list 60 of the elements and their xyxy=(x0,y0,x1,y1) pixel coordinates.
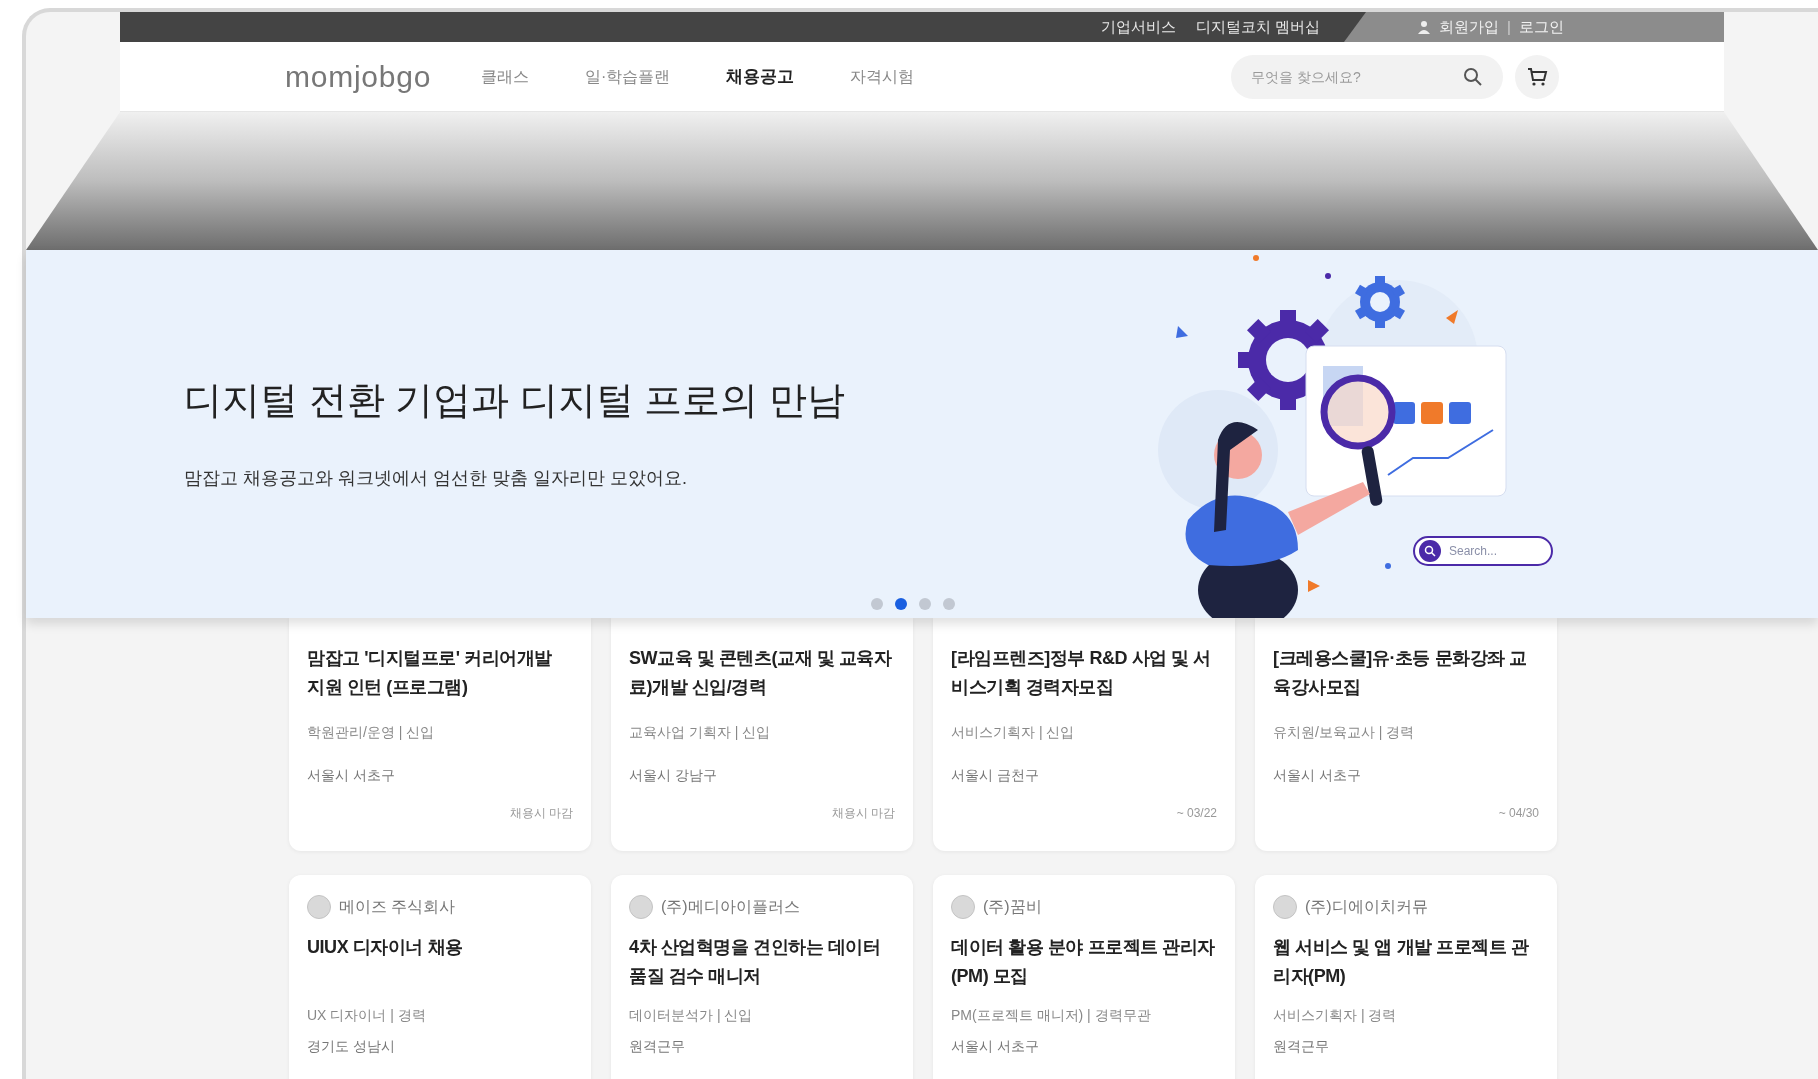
logo[interactable]: momjobgo xyxy=(285,54,432,99)
job-card[interactable]: (주)꿈비 데이터 활용 분야 프로젝트 관리자(PM) 모집 PM(프로젝트 매니저) | 경력무관 서울시 서초구 xyxy=(933,875,1235,1079)
job-card[interactable]: 메이즈 주식회사 UIUX 디자이너 채용 UX 디자이너 | 경력 경기도 성남시 xyxy=(289,875,591,1079)
job-location: 서울시 서초구 xyxy=(307,766,396,785)
search-icon xyxy=(1419,540,1441,562)
job-location: 서울시 서초구 xyxy=(1273,766,1362,785)
job-title: [라임프렌즈]정부 R&D 사업 및 서비스기획 경력자모집 xyxy=(951,647,1212,699)
top-link[interactable]: 디지털코치 멤버십 xyxy=(1195,15,1320,39)
banner-subtitle: 맘잡고 채용공고와 워크넷에서 엄선한 맞춤 일자리만 모았어요. xyxy=(184,467,688,490)
job-meta: 학원관리/운영 | 신입 xyxy=(307,723,436,742)
job-deadline: ~ 04/30 xyxy=(1498,805,1539,822)
job-deadline: 채용시 마감 xyxy=(509,805,573,822)
job-meta: 서비스기획자 | 신입 xyxy=(951,723,1076,742)
top-link[interactable]: 기업서비스 xyxy=(1100,15,1176,39)
nav-tab[interactable]: 채용공고 xyxy=(726,63,795,90)
job-title: 맘잡고 '디지털프로' 커리어개발 지원 인턴 (프로그램) xyxy=(307,647,553,699)
job-card[interactable]: [라임프렌즈]정부 R&D 사업 및 서비스기획 경력자모집 서비스기획자 | 신입 서울시 금천구 ~ 03/22 xyxy=(933,618,1235,851)
job-meta: UX 디자이너 | 경력 xyxy=(307,1006,427,1025)
user-icon xyxy=(1417,20,1432,34)
nav-tab[interactable]: 자격시험 xyxy=(850,64,915,89)
company-logo-icon xyxy=(307,895,331,919)
job-title: [크레용스쿨]유·초등 문화강좌 교육강사모집 xyxy=(1273,647,1528,699)
job-card[interactable]: 맘잡고 '디지털프로' 커리어개발 지원 인턴 (프로그램) 학원관리/운영 | 신입 서울시 서초구 채용시 마감 xyxy=(289,618,591,851)
job-title: 데이터 활용 분야 프로젝트 관리자(PM) 모집 xyxy=(951,936,1216,988)
cart-icon xyxy=(1526,65,1548,88)
job-card[interactable]: [크레용스쿨]유·초등 문화강좌 교육강사모집 유치원/보육교사 | 경력 서울시 서초구 ~ 04/30 xyxy=(1255,618,1557,851)
job-title: 웹 서비스 및 앱 개발 프로젝트 관리자(PM) xyxy=(1273,936,1530,988)
job-location: 서울시 서초구 xyxy=(951,1037,1040,1056)
nav-tab[interactable]: 일·학습플랜 xyxy=(585,64,671,89)
job-card[interactable]: SW교육 및 콘텐츠(교재 및 교육자료)개발 신입/경력 교육사업 기획자 | 신입 서울시 강남구 채용시 마감 xyxy=(611,618,913,851)
company-logo-icon xyxy=(951,895,975,919)
job-location: 원격근무 xyxy=(629,1037,686,1056)
company-name: 메이즈 주식회사 xyxy=(339,897,456,917)
job-title: SW교육 및 콘텐츠(교재 및 교육자료)개발 신입/경력 xyxy=(629,647,893,699)
job-location: 원격근무 xyxy=(1273,1037,1330,1056)
company-logo-icon xyxy=(1273,895,1297,919)
job-card[interactable]: (주)메디아이플러스 4차 산업혁명을 견인하는 데이터 품질 검수 매니저 데이터분석가 | 신입 원격근무 xyxy=(611,875,913,1079)
job-location: 경기도 성남시 xyxy=(307,1037,396,1056)
search-icon[interactable] xyxy=(1463,66,1483,87)
job-meta: 유치원/보육교사 | 경력 xyxy=(1273,723,1416,742)
nav-tab[interactable]: 클래스 xyxy=(481,64,530,89)
job-card[interactable]: (주)디에이치커뮤 웹 서비스 및 앱 개발 프로젝트 관리자(PM) 서비스기획자 | 경력 원격근무 xyxy=(1255,875,1557,1079)
company-logo-icon xyxy=(629,895,653,919)
job-meta: 교육사업 기획자 | 신입 xyxy=(629,723,772,742)
job-meta: PM(프로젝트 매니저) | 경력무관 xyxy=(951,1006,1152,1025)
banner-title: 디지털 전환 기업과 디지털 프로의 만남 xyxy=(184,378,846,423)
job-location: 서울시 강남구 xyxy=(629,766,718,785)
job-title: UIUX 디자이너 채용 xyxy=(307,936,464,959)
job-meta: 데이터분석가 | 신입 xyxy=(629,1006,754,1025)
company-name: (주)꿈비 xyxy=(983,897,1042,917)
cart-button[interactable] xyxy=(1515,54,1559,99)
job-title: 4차 산업혁명을 견인하는 데이터 품질 검수 매니저 xyxy=(629,936,882,988)
job-deadline: ~ 03/22 xyxy=(1176,805,1217,822)
job-location: 서울시 금천구 xyxy=(951,766,1040,785)
job-deadline: 채용시 마감 xyxy=(831,805,895,822)
company-name: (주)디에이치커뮤 xyxy=(1305,897,1428,917)
job-meta: 서비스기획자 | 경력 xyxy=(1273,1006,1398,1025)
company-name: (주)메디아이플러스 xyxy=(661,897,800,917)
separator: | xyxy=(1507,16,1511,37)
search-field[interactable]: 무엇을 찾으세요? xyxy=(1231,54,1503,99)
